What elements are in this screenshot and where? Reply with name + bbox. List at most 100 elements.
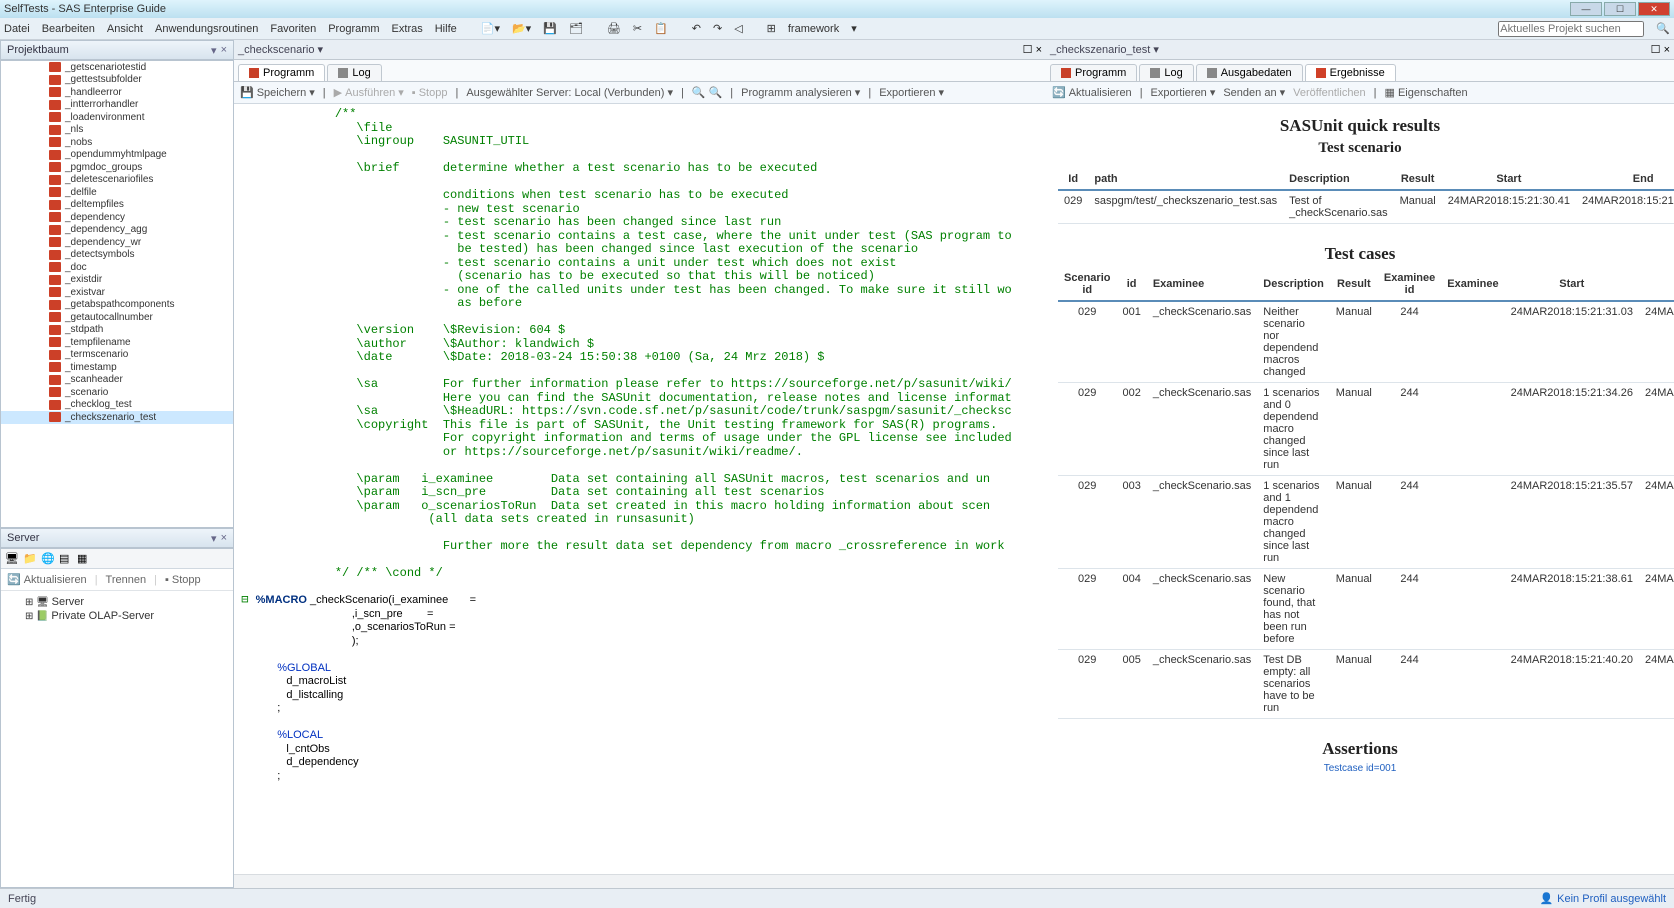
olap-node[interactable]: ⊞ 📗 Private OLAP-Server (7, 609, 227, 623)
open-icon[interactable]: 📂▾ (512, 22, 531, 35)
tree-item[interactable]: _delfile (1, 186, 233, 199)
tree-item[interactable]: _scanheader (1, 374, 233, 387)
menu-bearbeiten[interactable]: Bearbeiten (42, 23, 95, 35)
server-icon[interactable]: 🖥 (5, 552, 19, 566)
search-input[interactable] (1498, 21, 1644, 37)
tree-item[interactable]: _detectsymbols (1, 249, 233, 262)
globe-icon[interactable]: 🌐 (41, 552, 55, 566)
menu-programm[interactable]: Programm (328, 23, 379, 35)
tree-item[interactable]: _stdpath (1, 324, 233, 337)
close-results-icon[interactable]: × (1664, 44, 1670, 56)
run-button[interactable]: ▶ Ausführen ▾ (334, 86, 404, 99)
save-button[interactable]: 💾 Speichern ▾ (240, 86, 315, 99)
menu-datei[interactable]: Datei (4, 23, 30, 35)
tree-item[interactable]: _getabspathcomponents (1, 299, 233, 312)
tree-item[interactable]: _tempfilename (1, 336, 233, 349)
zoom-icons[interactable]: 🔍 🔍 (692, 86, 722, 99)
tree-item[interactable]: _getautocallnumber (1, 311, 233, 324)
search-icon[interactable]: 🔍 (1656, 22, 1670, 35)
tree-item[interactable]: _gettestsubfolder (1, 74, 233, 87)
disconnect-button[interactable]: Trennen (106, 574, 147, 586)
results-pane[interactable]: SASUnit quick results Test scenario Idpa… (1046, 104, 1674, 874)
server-tree[interactable]: ⊞ 🖥 Server ⊞ 📗 Private OLAP-Server (1, 591, 233, 887)
tree-item[interactable]: _pgmdoc_groups (1, 161, 233, 174)
tree-item[interactable]: _loadenvironment (1, 111, 233, 124)
back-icon[interactable]: ◁ (734, 22, 742, 35)
tree-item[interactable]: _dependency_wr (1, 236, 233, 249)
menu-extras[interactable]: Extras (392, 23, 423, 35)
rsubtab-ergebnisse[interactable]: Ergebnisse (1305, 64, 1396, 81)
tree-item[interactable]: _existvar (1, 286, 233, 299)
hscroll-right[interactable] (1046, 874, 1674, 888)
hscroll[interactable] (234, 874, 1046, 888)
tree-item[interactable]: _deletescenariofiles (1, 174, 233, 187)
profile-link[interactable]: Kein Profil ausgewählt (1557, 893, 1666, 905)
grid-icon[interactable]: ▦ (77, 552, 91, 566)
server-node[interactable]: ⊞ 🖥 Server (7, 595, 227, 609)
folder-icon[interactable]: 📁 (23, 552, 37, 566)
rsubtab-ausgabe[interactable]: Ausgabedaten (1196, 64, 1303, 81)
framework-label[interactable]: framework (788, 23, 839, 35)
tree-item[interactable]: _checkszenario_test (1, 411, 233, 424)
minimize-button[interactable]: — (1570, 2, 1602, 16)
tree-item[interactable]: _doc (1, 261, 233, 274)
maximize-editor-icon[interactable]: ☐ (1023, 44, 1033, 56)
copy-icon[interactable]: 📋 (654, 22, 668, 35)
tree-item[interactable]: _getscenariotestid (1, 61, 233, 74)
tree-item[interactable]: _nobs (1, 136, 233, 149)
tree-item[interactable]: _handleerror (1, 86, 233, 99)
tree-item[interactable]: _dependency (1, 211, 233, 224)
editor-tab[interactable]: _checkscenario ▾ (238, 43, 323, 56)
stop-run-button[interactable]: ▪ Stopp (412, 87, 448, 99)
flow-icon[interactable]: ⊞ (767, 22, 776, 35)
stop-button[interactable]: ▪ Stopp (165, 574, 201, 586)
server-selector[interactable]: Ausgewählter Server: Local (Verbunden) ▾ (466, 86, 673, 99)
menu-hilfe[interactable]: Hilfe (435, 23, 457, 35)
pin-icon[interactable]: ▾ (211, 44, 217, 57)
new-icon[interactable]: 📄▾ (481, 22, 500, 35)
list-icon[interactable]: ▤ (59, 552, 73, 566)
tree-item[interactable]: _deltempfiles (1, 199, 233, 212)
close-editor-icon[interactable]: × (1036, 44, 1042, 56)
project-tree[interactable]: _getscenariotestid_gettestsubfolder_hand… (0, 60, 234, 528)
undo-icon[interactable]: ↶ (692, 22, 701, 35)
assertion-link[interactable]: Testcase id=001 (1058, 763, 1662, 774)
close-button[interactable]: ✕ (1638, 2, 1670, 16)
rsubtab-programm[interactable]: Programm (1050, 64, 1137, 81)
print-icon[interactable]: 🖨 (607, 22, 621, 35)
sendto-results[interactable]: Senden an ▾ (1223, 86, 1285, 99)
save-all-icon[interactable]: 🗂 (569, 22, 583, 35)
dropdown-icon[interactable]: ▾ (851, 22, 857, 35)
tree-item[interactable]: _intterrorhandler (1, 99, 233, 112)
close-server-icon[interactable]: × (221, 532, 227, 545)
menu-anwendungsroutinen[interactable]: Anwendungsroutinen (155, 23, 258, 35)
rsubtab-log[interactable]: Log (1139, 64, 1193, 81)
close-panel-icon[interactable]: × (221, 44, 227, 57)
tree-item[interactable]: _termscenario (1, 349, 233, 362)
tree-item[interactable]: _existdir (1, 274, 233, 287)
tree-item[interactable]: _scenario (1, 386, 233, 399)
cut-icon[interactable]: ✂ (633, 22, 642, 35)
tree-item[interactable]: _dependency_agg (1, 224, 233, 237)
tree-item[interactable]: _nls (1, 124, 233, 137)
analyse-button[interactable]: Programm analysieren ▾ (741, 86, 860, 99)
properties-results[interactable]: ▦ Eigenschaften (1385, 86, 1468, 99)
menu-ansicht[interactable]: Ansicht (107, 23, 143, 35)
menu-favoriten[interactable]: Favoriten (270, 23, 316, 35)
refresh-results[interactable]: 🔄 Aktualisieren (1052, 86, 1132, 99)
subtab-programm[interactable]: Programm (238, 64, 325, 81)
code-editor[interactable]: /** \file \ingroup SASUNIT_UTIL \brief d… (234, 104, 1046, 874)
tree-item[interactable]: _opendummyhtmlpage (1, 149, 233, 162)
tree-item[interactable]: _timestamp (1, 361, 233, 374)
subtab-log[interactable]: Log (327, 64, 381, 81)
pin-icon[interactable]: ▾ (211, 532, 217, 545)
maximize-button[interactable]: ☐ (1604, 2, 1636, 16)
save-icon[interactable]: 💾 (543, 22, 557, 35)
export-results[interactable]: Exportieren ▾ (1151, 86, 1216, 99)
results-tab[interactable]: _checkszenario_test ▾ (1050, 43, 1159, 56)
publish-results[interactable]: Veröffentlichen (1293, 87, 1366, 99)
tree-item[interactable]: _checklog_test (1, 399, 233, 412)
export-button[interactable]: Exportieren ▾ (879, 86, 944, 99)
maximize-results-icon[interactable]: ☐ (1651, 44, 1661, 56)
refresh-button[interactable]: 🔄 Aktualisieren (7, 573, 87, 586)
